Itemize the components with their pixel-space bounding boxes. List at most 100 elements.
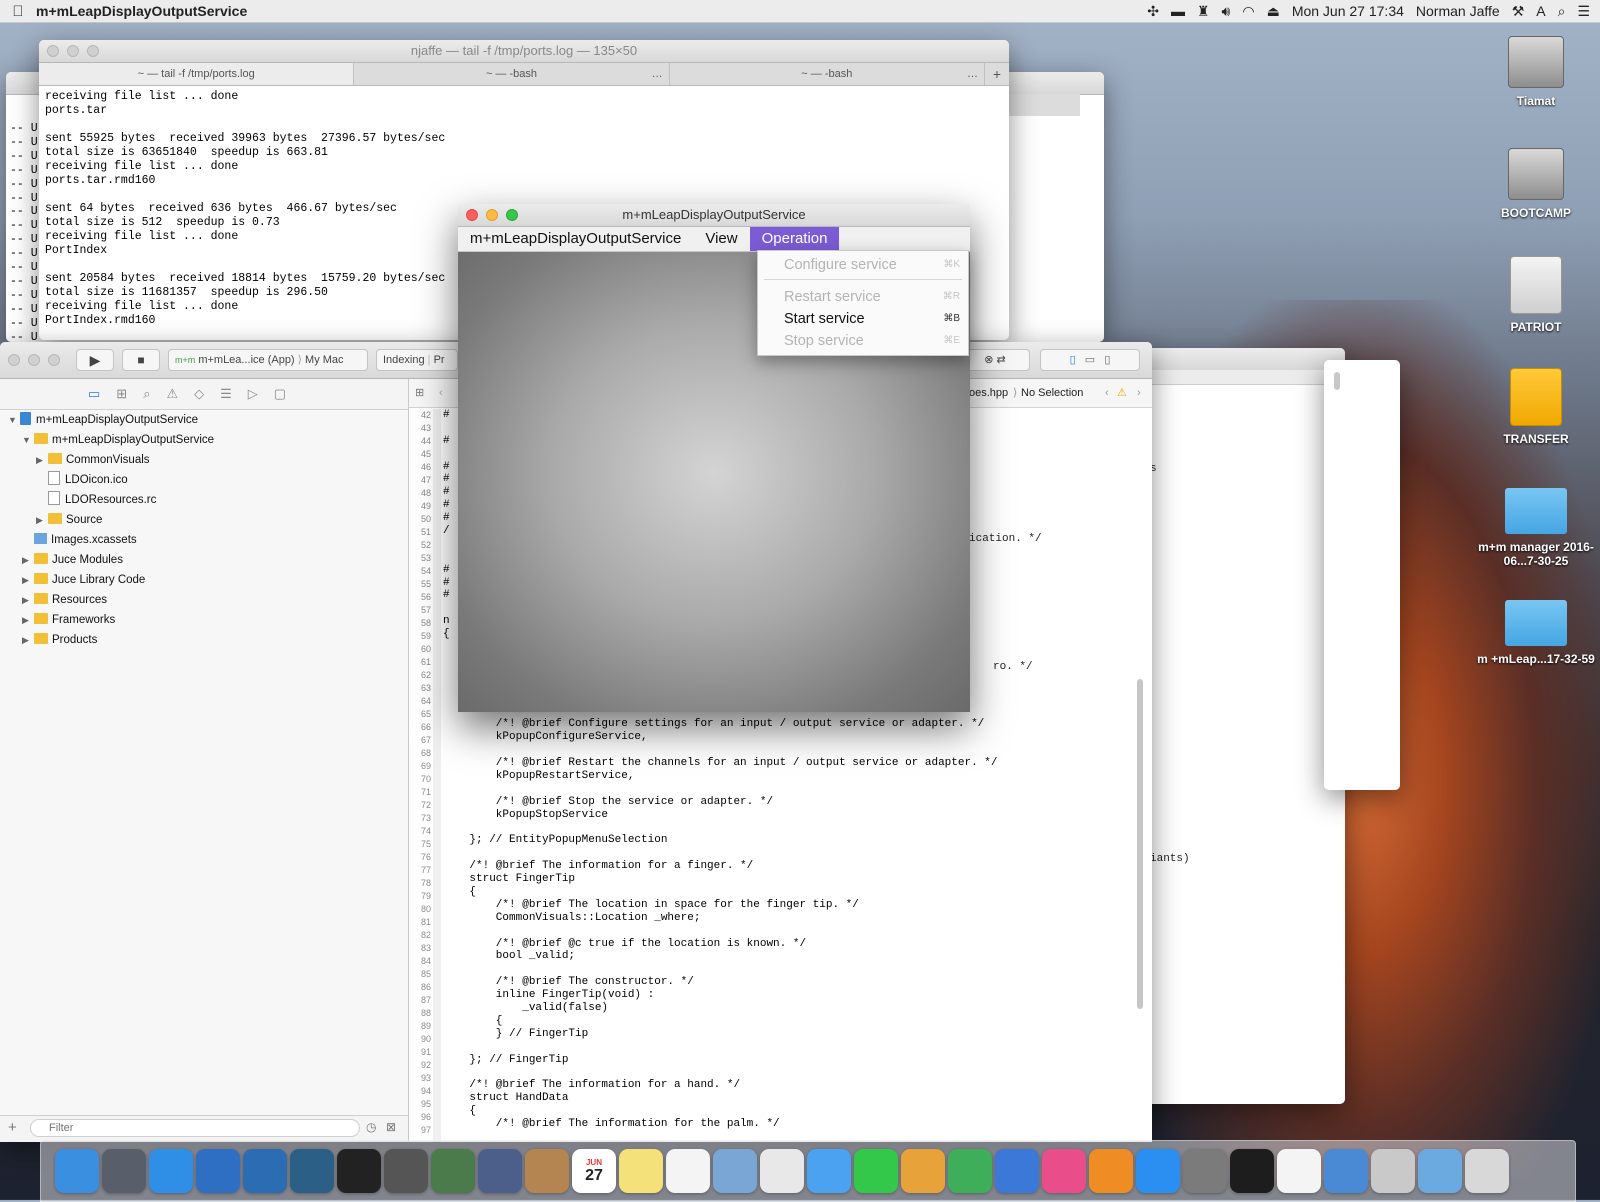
- code-line[interactable]: kPopupRestartService,: [443, 770, 1123, 783]
- dock-terminal-icon[interactable]: [337, 1149, 381, 1193]
- dock-app-store-icon[interactable]: [1136, 1149, 1180, 1193]
- navigator-row[interactable]: ▶ Source: [0, 510, 408, 530]
- disclosure-closed-icon[interactable]: ▶: [36, 510, 48, 530]
- code-line[interactable]: {: [443, 1015, 1123, 1028]
- navigator-row[interactable]: ▼ m+mLeapDisplayOutputService: [0, 410, 408, 430]
- background-window-right[interactable]: s iants): [1120, 348, 1345, 1104]
- disclosure-open-icon[interactable]: ▼: [8, 410, 20, 430]
- dock-ibooks-icon[interactable]: [1089, 1149, 1133, 1193]
- navigator-row[interactable]: ▶ Products: [0, 630, 408, 650]
- stop-button[interactable]: ■: [122, 349, 160, 371]
- view-toggle-buttons[interactable]: ▯ ▭ ▯: [1040, 349, 1140, 371]
- back-arrow-icon[interactable]: ‹: [439, 379, 443, 407]
- apple-menu-icon[interactable]: : [0, 3, 36, 20]
- breakpoint-navigator-icon[interactable]: ▷: [248, 386, 258, 402]
- menu-item-start-service[interactable]: Start service ⌘B: [784, 309, 960, 329]
- wifi-icon[interactable]: ◠: [1242, 3, 1254, 20]
- project-navigator-icon[interactable]: ▭: [88, 386, 100, 402]
- code-line[interactable]: } // FingerTip: [443, 1028, 1123, 1041]
- notification-center-icon[interactable]: ☰: [1577, 3, 1590, 20]
- navigator-row[interactable]: ▶ Resources: [0, 590, 408, 610]
- code-line[interactable]: [443, 925, 1123, 938]
- window-titlebar[interactable]: [1120, 348, 1345, 371]
- menu-operation[interactable]: Operation: [749, 227, 840, 251]
- symbol-navigator-icon[interactable]: ⊞: [116, 386, 127, 402]
- code-line[interactable]: /*! @brief @c true if the location is kn…: [443, 938, 1123, 951]
- dock-launchpad-icon[interactable]: [102, 1149, 146, 1193]
- code-line[interactable]: kPopupStopService: [443, 809, 1123, 822]
- dock-facetime-icon[interactable]: [854, 1149, 898, 1193]
- dock-photos-icon[interactable]: [760, 1149, 804, 1193]
- code-line[interactable]: kPopupConfigureService,: [443, 731, 1123, 744]
- utilities-toggle-icon[interactable]: ▯: [1104, 354, 1110, 366]
- editor-mode-buttons[interactable]: ⊗ ⇄: [960, 349, 1030, 371]
- navigator-row[interactable]: LDOResources.rc: [0, 490, 408, 510]
- navigator-row[interactable]: LDOicon.ico: [0, 470, 408, 490]
- test-navigator-icon[interactable]: ◇: [194, 386, 204, 402]
- dock-safari-icon[interactable]: [149, 1149, 193, 1193]
- add-icon[interactable]: +: [8, 1119, 17, 1136]
- navigator-row[interactable]: ▶ Frameworks: [0, 610, 408, 630]
- dock-textedit-icon[interactable]: [1277, 1149, 1321, 1193]
- disclosure-closed-icon[interactable]: ▶: [22, 550, 34, 570]
- editor-scrollbar[interactable]: [1137, 679, 1143, 1009]
- zoom-button[interactable]: [506, 209, 518, 221]
- debug-navigator-icon[interactable]: ☰: [220, 386, 232, 402]
- jump-bar-selection[interactable]: No Selection: [1021, 379, 1083, 407]
- dock-keynote-icon[interactable]: [995, 1149, 1039, 1193]
- assistant-editor-icon[interactable]: ⊗: [984, 354, 993, 366]
- window-titlebar[interactable]: m+mLeapDisplayOutputService: [458, 204, 970, 227]
- dock-activity-monitor-icon[interactable]: [1230, 1149, 1274, 1193]
- warning-icon[interactable]: ⚠: [1117, 379, 1127, 407]
- tab-tail-ports[interactable]: ~ — tail -f /tmp/ports.log: [39, 63, 355, 85]
- navigator-row[interactable]: ▶ Juce Modules: [0, 550, 408, 570]
- code-line[interactable]: }; // EntityPopupMenuSelection: [443, 834, 1123, 847]
- disclosure-closed-icon[interactable]: ▶: [22, 570, 34, 590]
- tab-menu-icon[interactable]: …: [967, 63, 978, 85]
- tool-icon[interactable]: ⚒: [1512, 3, 1525, 20]
- code-line[interactable]: /*! @brief Configure settings for an inp…: [443, 718, 1123, 731]
- volume-icon[interactable]: 🔊︎: [1222, 3, 1231, 20]
- background-window-far-right[interactable]: [1324, 360, 1400, 790]
- dock-finder-icon[interactable]: [55, 1149, 99, 1193]
- code-line[interactable]: [443, 1041, 1123, 1054]
- code-line[interactable]: inline FingerTip(void) :: [443, 989, 1123, 1002]
- dock-messages-icon[interactable]: [807, 1149, 851, 1193]
- close-button[interactable]: [47, 45, 59, 57]
- window-titlebar[interactable]: njaffe — tail -f /tmp/ports.log — 135×50: [39, 40, 1009, 63]
- code-line[interactable]: struct HandData: [443, 1092, 1123, 1105]
- dock-visual-studio-code-icon[interactable]: [243, 1149, 287, 1193]
- code-line[interactable]: /*! @brief The information for the palm.…: [443, 1118, 1123, 1131]
- navigator-toggle-icon[interactable]: ▯: [1070, 354, 1076, 366]
- code-line[interactable]: struct FingerTip: [443, 873, 1123, 886]
- recent-files-icon[interactable]: ◷: [366, 1120, 376, 1134]
- code-line[interactable]: _valid(false): [443, 1002, 1123, 1015]
- disclosure-closed-icon[interactable]: ▶: [22, 610, 34, 630]
- jump-bar-file[interactable]: oes.hpp: [969, 379, 1008, 407]
- zoom-button[interactable]: [48, 354, 60, 366]
- desktop-icon-mm-leap[interactable]: m +mLeap...17-32-59: [1476, 600, 1596, 666]
- dock-reminders-icon[interactable]: [666, 1149, 710, 1193]
- dock-m-m-icon[interactable]: [431, 1149, 475, 1193]
- dock-notes-icon[interactable]: [619, 1149, 663, 1193]
- desktop-icon-tiamat[interactable]: Tiamat: [1476, 36, 1596, 108]
- desktop-icon-mm-manager[interactable]: m+m manager 2016-06...7-30-25: [1476, 488, 1596, 568]
- user-name[interactable]: Norman Jaffe: [1416, 3, 1500, 19]
- dock-calendar-icon[interactable]: JUN 27: [572, 1149, 616, 1193]
- spotlight-search-icon[interactable]: ⌕: [1558, 3, 1566, 20]
- code-line[interactable]: /*! @brief Restart the channels for an i…: [443, 757, 1123, 770]
- menu-app[interactable]: m+mLeapDisplayOutputService: [458, 227, 693, 251]
- code-line[interactable]: /*! @brief The constructor. */: [443, 976, 1123, 989]
- navigator-row[interactable]: ▶ CommonVisuals: [0, 450, 408, 470]
- accessibility-icon[interactable]: A: [1536, 3, 1545, 19]
- navigator-row[interactable]: ▼ m+mLeapDisplayOutputService: [0, 430, 408, 450]
- clock[interactable]: Mon Jun 27 17:34: [1292, 3, 1404, 19]
- tab-menu-icon[interactable]: …: [652, 63, 663, 85]
- active-app-name[interactable]: m+mLeapDisplayOutputService: [36, 3, 247, 19]
- navigator-row[interactable]: Images.xcassets: [0, 530, 408, 550]
- debug-toggle-icon[interactable]: ▭: [1085, 354, 1095, 366]
- status-tool-icon[interactable]: ✣: [1147, 3, 1159, 20]
- disclosure-closed-icon[interactable]: ▶: [22, 630, 34, 650]
- scheme-selector[interactable]: m+m m+mLea...ice (App) ⟩ My Mac: [168, 349, 368, 371]
- disclosure-closed-icon[interactable]: ▶: [36, 450, 48, 470]
